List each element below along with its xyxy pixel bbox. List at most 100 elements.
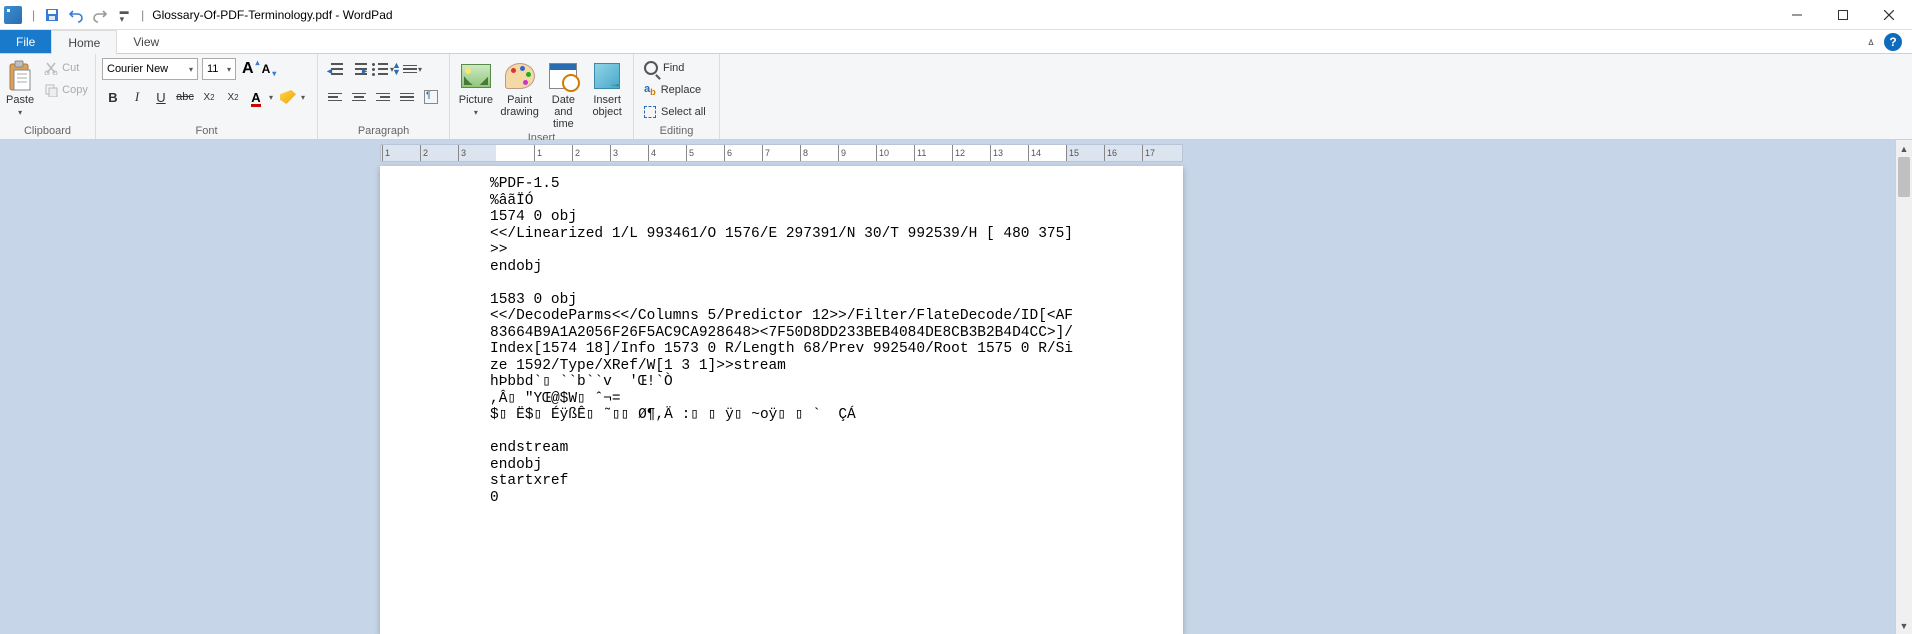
cut-icon [44,61,58,75]
maximize-button[interactable] [1820,0,1866,30]
copy-label: Copy [62,84,88,96]
decrease-indent-button[interactable]: ◄ [324,58,346,80]
paste-button[interactable]: Paste ▾ [6,58,34,118]
group-clipboard: Paste ▾ Cut Copy Clipboard [0,54,96,139]
collapse-ribbon-icon[interactable]: ㅿ [1862,32,1880,52]
object-icon [594,63,620,89]
horizontal-ruler[interactable]: 3211234567891011121314151617 [380,144,1183,162]
strikethrough-button[interactable]: abc [174,86,196,108]
replace-button[interactable]: ab Replace [640,80,705,100]
undo-icon[interactable] [65,4,87,26]
cut-label: Cut [62,62,79,74]
insert-datetime-label: Date and time [544,94,584,130]
ruler-tick: 2 [572,145,580,161]
window-controls [1774,0,1912,30]
italic-button[interactable]: I [126,86,148,108]
grow-font-button[interactable]: A [240,60,256,78]
paragraph-settings-button[interactable] [420,86,442,108]
find-button[interactable]: Find [640,58,688,78]
insert-paint-label: Paint drawing [500,94,540,118]
help-icon[interactable]: ? [1884,33,1902,51]
insert-object-button[interactable]: Insert object [587,58,627,118]
insert-picture-button[interactable]: Picture ▾ [456,58,496,119]
qat-separator-2: | [137,8,148,22]
document-page[interactable]: %PDF-1.5 %âãÏÓ 1574 0 obj <</Linearized … [380,166,1183,634]
highlight-button[interactable]: ▾ [278,86,308,108]
calendar-icon [549,63,577,89]
select-all-icon [644,106,656,118]
group-label-editing: Editing [640,123,713,137]
ruler-tick: 6 [724,145,732,161]
font-size-combo[interactable]: 11 ▾ [202,58,236,80]
font-color-button[interactable]: A ▾ [246,86,276,108]
ruler-tick: 8 [800,145,808,161]
underline-button[interactable]: U [150,86,172,108]
ruler-tick: 16 [1104,145,1117,161]
scroll-track[interactable] [1896,157,1912,617]
ruler-tick: 11 [914,145,926,161]
replace-label: Replace [661,84,701,96]
select-all-label: Select all [661,106,706,118]
vertical-scrollbar[interactable]: ▲ ▼ [1895,140,1912,634]
copy-button[interactable]: Copy [40,80,92,100]
find-icon [644,61,658,75]
redo-icon[interactable] [89,4,111,26]
subscript-button[interactable]: X2 [198,86,220,108]
chevron-down-icon[interactable]: ▾ [266,93,276,102]
chevron-down-icon: ▾ [18,108,22,117]
chevron-down-icon[interactable]: ▾ [298,93,308,102]
line-spacing-button[interactable]: ▲▼▾ [396,58,418,80]
find-label: Find [663,62,684,74]
font-name-combo[interactable]: Courier New▾ [102,58,198,80]
qat-separator: | [28,8,39,22]
tab-file[interactable]: File [0,30,51,53]
scroll-down-button[interactable]: ▼ [1896,617,1912,634]
close-button[interactable] [1866,0,1912,30]
replace-icon: ab [644,83,656,97]
bullets-button[interactable]: ▾ [372,58,394,80]
shrink-font-button[interactable]: A [260,62,273,76]
group-label-font: Font [102,123,311,137]
insert-paint-button[interactable]: Paint drawing [500,58,540,118]
align-center-button[interactable] [348,86,370,108]
document-text[interactable]: %PDF-1.5 %âãÏÓ 1574 0 obj <</Linearized … [490,176,1073,506]
ruler-tick: 13 [990,145,1003,161]
font-color-icon: A [251,90,260,105]
ruler-tick: 15 [1066,145,1079,161]
group-font: Courier New▾ 11 ▾ A A B I U abc X2 X2 A ▾ [96,54,318,139]
chevron-down-icon: ▾ [474,108,478,117]
ruler-tick: 4 [648,145,656,161]
justify-button[interactable] [396,86,418,108]
insert-object-label: Insert object [587,94,627,118]
align-left-button[interactable] [324,86,346,108]
chevron-down-icon: ▾ [227,65,231,74]
bold-button[interactable]: B [102,86,124,108]
font-size-value: 11 [207,63,218,75]
tab-view[interactable]: View [117,30,175,53]
cut-button[interactable]: Cut [40,58,92,78]
quick-access-toolbar: | ▬▾ | Glossary-Of-PDF-Terminology.pdf -… [0,4,393,26]
insert-picture-label: Picture [459,94,493,106]
align-right-button[interactable] [372,86,394,108]
tab-home[interactable]: Home [51,30,117,54]
minimize-button[interactable] [1774,0,1820,30]
ruler-tick: 3 [458,145,466,161]
ruler-tick: 17 [1142,145,1155,161]
window-title: Glossary-Of-PDF-Terminology.pdf - WordPa… [150,8,392,22]
ribbon: Paste ▾ Cut Copy Clipboard Courier New▾ [0,54,1912,140]
scroll-up-button[interactable]: ▲ [1896,140,1912,157]
increase-indent-button[interactable]: ► [348,58,370,80]
qat-customize-icon[interactable]: ▬▾ [113,4,135,26]
save-icon[interactable] [41,4,63,26]
select-all-button[interactable]: Select all [640,102,710,122]
picture-icon [461,64,491,88]
group-label-paragraph: Paragraph [324,123,443,137]
insert-datetime-button[interactable]: Date and time [544,58,584,130]
chevron-down-icon: ▾ [189,65,193,74]
palette-icon [505,63,535,89]
superscript-button[interactable]: X2 [222,86,244,108]
ruler-tick: 3 [610,145,618,161]
scroll-thumb[interactable] [1898,157,1910,197]
ruler-tick: 7 [762,145,770,161]
ruler-tick: 9 [838,145,846,161]
